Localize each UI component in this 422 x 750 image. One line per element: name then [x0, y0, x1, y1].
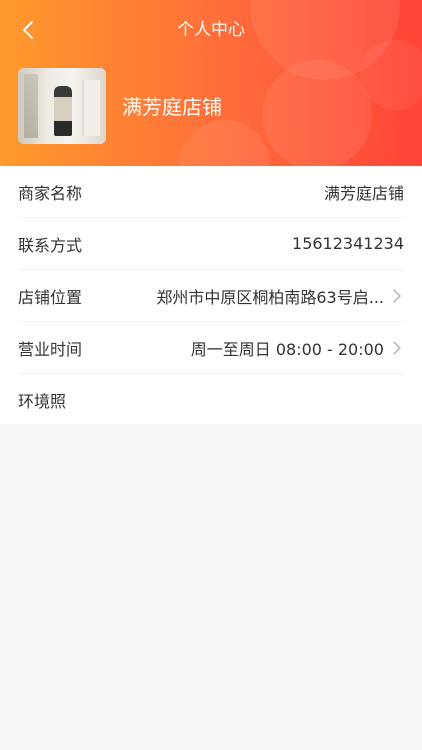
row-location[interactable]: 店铺位置 郑州市中原区桐柏南路63号启... — [18, 270, 404, 322]
row-label: 商家名称 — [18, 183, 83, 203]
row-label: 环境照 — [18, 392, 67, 411]
row-contact: 联系方式 15612341234 — [18, 218, 404, 270]
row-value: 满芳庭店铺 — [323, 183, 404, 203]
row-value: 周一至周日 08:00 - 20:00 — [190, 339, 384, 359]
decor-bubble — [180, 120, 270, 168]
shop-avatar[interactable] — [18, 68, 106, 144]
row-value: 郑州市中原区桐柏南路63号启... — [156, 287, 384, 307]
row-label: 联系方式 — [18, 235, 83, 255]
row-business-hours[interactable]: 营业时间 周一至周日 08:00 - 20:00 — [18, 322, 404, 374]
page-title: 个人中心 — [177, 20, 245, 40]
row-label: 店铺位置 — [18, 287, 83, 307]
row-value: 15612341234 — [292, 234, 404, 253]
row-merchant-name: 商家名称 满芳庭店铺 — [18, 166, 404, 218]
chevron-right-icon — [390, 340, 404, 355]
header-banner: 个人中心 满芳庭店铺 — [0, 0, 422, 168]
avatar-figure — [54, 86, 72, 136]
avatar-rack — [24, 74, 38, 138]
decor-bubble — [360, 40, 422, 110]
decor-bubble — [262, 60, 372, 168]
avatar-shelf — [84, 80, 100, 136]
row-label: 营业时间 — [18, 339, 83, 359]
shop-name-heading: 满芳庭店铺 — [122, 95, 222, 119]
chevron-right-icon — [390, 288, 404, 303]
row-environment-photos[interactable]: 环境照 — [18, 374, 404, 426]
shop-info-card: 商家名称 满芳庭店铺 联系方式 15612341234 店铺位置 郑州市中原区桐… — [0, 166, 422, 424]
